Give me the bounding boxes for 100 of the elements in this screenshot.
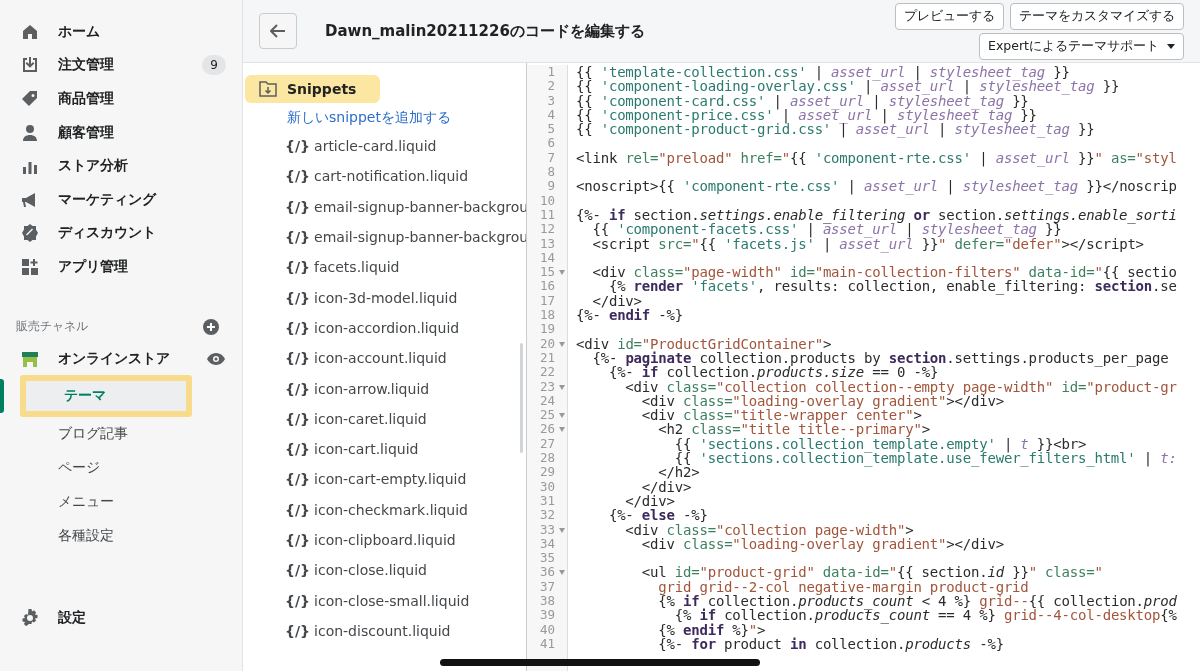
code-line: <div class="loading-overlay gradient"></div> xyxy=(640,536,1004,552)
line-number: 34 xyxy=(539,536,555,552)
code-line: {% if collection.products_count == 4 %} grid--4-col-desktop{% xyxy=(674,608,1177,623)
line-number: 40 xyxy=(539,622,555,637)
code-line: <ul id="product-grid" data-id="{{ section.id }}" class=" xyxy=(640,565,1103,580)
file-type-glyph: {/} xyxy=(285,319,311,336)
scrollbar-thumb[interactable] xyxy=(520,343,523,453)
file-link[interactable]: icon-clipboard.liquid xyxy=(314,532,456,548)
line-number: 1 xyxy=(547,65,555,80)
code-line: <div class="page-width" id="main-collection-filters" data-id="{{ sectio xyxy=(591,265,1177,280)
line-number: 38 xyxy=(539,594,555,609)
header-button[interactable]: テーマをカスタマイズする xyxy=(1010,2,1184,30)
code-line: </div> xyxy=(640,479,692,494)
file-link[interactable]: icon-close.liquid xyxy=(314,562,427,579)
file-link[interactable]: icon-checkmark.liquid xyxy=(314,501,468,518)
line-number: 12 xyxy=(539,222,555,237)
selection-indicator xyxy=(0,379,4,414)
nav-item[interactable]: 設定 xyxy=(0,601,242,635)
line-number: 4 xyxy=(547,107,555,123)
nav-item[interactable]: 商品管理 xyxy=(0,82,242,116)
count-badge: 9 xyxy=(202,55,226,76)
code-line: {{ 'sections.collection_template.use_fewer_filters_html' | t: xyxy=(674,451,1177,466)
nav-item[interactable]: マーケティング xyxy=(0,182,242,217)
support-dropdown[interactable]: Expertによるテーマサポート xyxy=(979,32,1184,60)
header-button[interactable]: プレビューする xyxy=(895,2,1004,30)
line-number: 10 xyxy=(539,193,555,208)
nav-item[interactable]: ホーム xyxy=(0,15,242,49)
line-number: 23 xyxy=(539,379,555,394)
line-number: 32 xyxy=(539,508,555,523)
file-link[interactable]: icon-caret.liquid xyxy=(314,410,427,427)
line-number: 3 xyxy=(547,93,555,108)
line-number: 8 xyxy=(547,165,555,180)
line-number: 35 xyxy=(539,551,555,566)
file-link[interactable]: icon-3d-model.liquid xyxy=(314,289,458,306)
fold-caret-icon[interactable] xyxy=(559,270,565,276)
eye-icon[interactable] xyxy=(206,351,226,366)
file-type-glyph: {/} xyxy=(285,198,311,215)
file-type-glyph: {/} xyxy=(285,229,311,246)
back-button[interactable] xyxy=(259,13,297,49)
file-link[interactable]: article-card.liquid xyxy=(314,138,437,155)
line-number: 37 xyxy=(539,579,555,594)
file-type-glyph: {/} xyxy=(285,622,311,639)
nav-item[interactable]: オンラインストア xyxy=(0,341,242,376)
fold-caret-icon[interactable] xyxy=(559,413,565,419)
code-line: {%- if collection.products.size == 0 -%} xyxy=(608,365,939,380)
line-number: 6 xyxy=(547,136,555,151)
line-number: 11 xyxy=(539,207,555,223)
file-type-glyph: {/} xyxy=(285,592,311,609)
file-link[interactable]: icon-discount.liquid xyxy=(314,622,451,639)
file-link[interactable]: icon-arrow.liquid xyxy=(314,380,430,397)
discount-badge-icon xyxy=(20,223,40,244)
nav-subitem[interactable]: 各種設定 xyxy=(14,519,228,554)
add-snippet-link[interactable]: 新しいsnippetを追加する xyxy=(287,109,526,127)
line-number: 25 xyxy=(539,408,555,423)
back-arrow-icon xyxy=(270,24,286,38)
file-type-glyph: {/} xyxy=(285,532,311,548)
file-link[interactable]: icon-cart-empty.liquid xyxy=(314,471,467,488)
file-link[interactable]: facets.liquid xyxy=(314,259,400,276)
add-icon[interactable] xyxy=(202,317,220,336)
code-line: <div class="collection page-width"> xyxy=(625,522,914,537)
code-line: </div> xyxy=(624,493,675,509)
nav-item[interactable]: 顧客管理 xyxy=(0,115,242,150)
nav-subitem[interactable]: ページ xyxy=(14,451,228,486)
nav-subitem[interactable]: メニュー xyxy=(14,485,228,520)
nav-item[interactable]: ディスカウント xyxy=(0,216,242,251)
file-link[interactable]: icon-account.liquid xyxy=(314,350,447,367)
fold-caret-icon[interactable] xyxy=(559,570,565,576)
file-type-glyph: {/} xyxy=(285,562,311,579)
line-number: 31 xyxy=(539,493,555,509)
line-number: 17 xyxy=(539,293,555,309)
line-number: 5 xyxy=(547,122,555,137)
line-number: 18 xyxy=(539,308,555,323)
file-link[interactable]: icon-accordion.liquid xyxy=(314,319,460,336)
code-line: {{ 'component-product-grid.css' | asset_url | stylesheet_tag }} xyxy=(576,122,1095,137)
line-number: 13 xyxy=(539,236,555,251)
file-link[interactable]: icon-cart.liquid xyxy=(314,441,419,458)
nav-item[interactable]: ストア分析 xyxy=(0,149,242,183)
code-line: <link rel="preload" href="{{ 'component-rte.css' | asset_url }}" as="styl xyxy=(576,150,1177,166)
code-line: <div id="ProductGridContainer"> xyxy=(576,336,832,351)
tag-icon xyxy=(20,89,40,109)
line-number: 29 xyxy=(539,465,555,480)
fold-caret-icon[interactable] xyxy=(559,384,565,390)
file-type-glyph: {/} xyxy=(285,441,311,458)
fold-caret-icon[interactable] xyxy=(559,527,565,533)
file-type-glyph: {/} xyxy=(285,350,311,367)
fold-caret-icon[interactable] xyxy=(559,341,565,347)
nav-item[interactable]: アプリ管理 xyxy=(0,250,242,284)
code-line: {{ 'component-loading-overlay.css' | asset_url | stylesheet_tag }} xyxy=(576,79,1120,94)
nav-subitem[interactable]: テーマ xyxy=(20,375,192,418)
file-link[interactable]: icon-close-small.liquid xyxy=(314,592,470,609)
nav-item[interactable]: 注文管理 9 xyxy=(0,48,242,83)
code-line: <h2 class="title title--primary"> xyxy=(657,422,930,437)
folder-heading[interactable]: Snippets xyxy=(245,75,381,103)
nav-subitem[interactable]: ブログ記事 xyxy=(14,417,228,452)
line-number: 30 xyxy=(539,479,555,494)
code-line: {{ 'component-facets.css' | asset_url | stylesheet_tag }} xyxy=(592,222,1062,237)
page-title: Dawn_malin20211226のコードを編集する xyxy=(325,21,646,41)
fold-caret-icon[interactable] xyxy=(559,427,565,433)
code-line: <noscript>{{ 'component-rte.css' | asset_url | stylesheet_tag }}</noscrip xyxy=(576,179,1177,194)
file-link[interactable]: cart-notification.liquid xyxy=(314,168,469,185)
